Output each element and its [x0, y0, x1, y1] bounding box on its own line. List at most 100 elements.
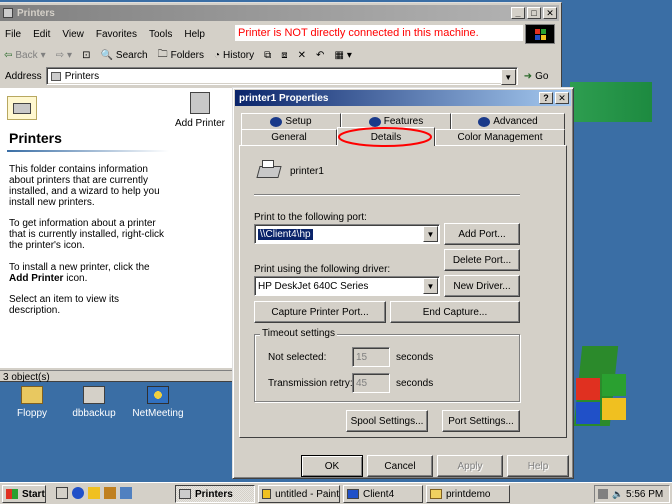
chevron-down-icon: ▾: [40, 49, 46, 61]
windows-logo-icon: [6, 489, 18, 499]
quick-launch: [56, 487, 132, 499]
maximize-button[interactable]: □: [527, 7, 541, 19]
driver-select[interactable]: HP DeskJet 640C Series ▼: [254, 276, 440, 296]
task-paint[interactable]: untitled - Paint: [258, 485, 340, 503]
dialog-title: printer1 Properties: [239, 92, 329, 104]
printer-name: printer1: [290, 166, 324, 177]
driver-dropdown-button[interactable]: ▼: [423, 278, 438, 294]
tab-general[interactable]: General: [241, 129, 337, 145]
address-label: Address: [5, 70, 42, 82]
undo-button[interactable]: ↶: [311, 45, 329, 65]
sidebar-divider: [7, 150, 169, 152]
minimize-button[interactable]: _: [511, 7, 525, 19]
port-select[interactable]: \\Client4\hp ▼: [254, 224, 440, 244]
menu-favorites[interactable]: Favorites: [90, 29, 143, 40]
not-selected-label: Not selected:: [268, 352, 327, 363]
task-printdemo[interactable]: printdemo: [426, 485, 510, 503]
sidebar-para-2: To get information about a printer that …: [9, 218, 165, 251]
tab-advanced[interactable]: Advanced: [451, 113, 565, 129]
desktop-banner: [570, 82, 652, 122]
printers-title-bar: Printers _ □ ✕: [0, 5, 559, 21]
not-selected-input[interactable]: 15: [352, 347, 390, 367]
go-button[interactable]: ➜ Go: [518, 71, 549, 82]
network-tray-icon[interactable]: [598, 489, 608, 499]
desktop-quicklaunch-icon[interactable]: [56, 487, 68, 499]
menu-file[interactable]: File: [0, 29, 27, 40]
port-label: Print to the following port:: [254, 212, 367, 223]
system-tray: 🔈 5:56 PM: [594, 485, 670, 503]
media-quicklaunch-icon[interactable]: [104, 487, 116, 499]
explorer-quicklaunch-icon[interactable]: [120, 487, 132, 499]
timeout-label: Timeout settings: [260, 328, 337, 339]
help-question-button[interactable]: ?: [539, 92, 553, 104]
search-button[interactable]: 🔍 Search: [95, 45, 152, 65]
sidebar-para-3: To install a new printer, click the Add …: [9, 262, 150, 284]
up-folder-button[interactable]: ⊡: [77, 45, 95, 65]
task-printers[interactable]: Printers: [175, 485, 255, 503]
back-arrow-icon: ⇦: [4, 49, 13, 61]
start-button[interactable]: Start: [2, 485, 46, 503]
notice-text: Printer is NOT directly connected in thi…: [235, 25, 523, 41]
tab-color-management[interactable]: Color Management: [435, 129, 565, 145]
move-to-button[interactable]: ⧉: [259, 45, 276, 65]
computer-task-icon: [347, 489, 359, 499]
transmission-retry-input[interactable]: 45: [352, 373, 390, 393]
sidebar-para-1: This folder contains information about p…: [9, 164, 160, 208]
forward-button[interactable]: ⇨ ▾: [51, 45, 77, 65]
tab-setup[interactable]: Setup: [241, 113, 341, 129]
sidebar-heading: Printers: [9, 130, 62, 146]
menu-help[interactable]: Help: [178, 29, 211, 40]
desktop-icon-dbbackup[interactable]: dbbackup: [64, 386, 124, 419]
windows-logo: [573, 340, 634, 450]
undo-icon: ↶: [316, 49, 325, 61]
capture-port-button[interactable]: Capture Printer Port...: [254, 301, 386, 323]
port-settings-button[interactable]: Port Settings...: [442, 410, 520, 432]
port-dropdown-button[interactable]: ▼: [423, 226, 438, 242]
outlook-quicklaunch-icon[interactable]: [88, 487, 100, 499]
volume-tray-icon[interactable]: 🔈: [612, 489, 623, 499]
views-button[interactable]: ▦ ▾: [329, 45, 356, 65]
chevron-down-icon: ▾: [67, 49, 73, 61]
dialog-title-bar: printer1 Properties ? ✕: [235, 90, 571, 106]
delete-button[interactable]: ✕: [293, 45, 311, 65]
history-button[interactable]: ◔ History: [209, 45, 259, 65]
menu-tools[interactable]: Tools: [143, 29, 178, 40]
end-capture-button[interactable]: End Capture...: [390, 301, 520, 323]
views-icon: ▦: [334, 49, 344, 61]
history-icon: ◔: [213, 49, 221, 61]
add-printer-item[interactable]: Add Printer: [171, 92, 229, 129]
folder-task-icon: [430, 489, 442, 499]
status-bar: 3 object(s): [0, 370, 239, 384]
ie-quicklaunch-icon[interactable]: [72, 487, 84, 499]
printer-folder-icon: [50, 71, 61, 81]
back-button[interactable]: ⇦ Back ▾: [0, 45, 51, 65]
desktop-icon-floppy[interactable]: Floppy: [2, 386, 62, 419]
ok-button[interactable]: OK: [301, 455, 363, 477]
window-title: Printers: [17, 7, 55, 19]
folders-button[interactable]: 🗀 Folders: [153, 45, 209, 65]
paint-task-icon: [262, 489, 272, 499]
transmission-retry-label: Transmission retry:: [268, 378, 353, 389]
close-button[interactable]: ✕: [543, 7, 557, 19]
address-bar: Address Printers ▼ ➜ Go: [0, 66, 557, 86]
copy-to-button[interactable]: ⧈: [276, 45, 292, 65]
menu-view[interactable]: View: [56, 29, 90, 40]
help-button[interactable]: Help: [507, 455, 569, 477]
up-folder-icon: ⊡: [82, 49, 91, 61]
cancel-button[interactable]: Cancel: [367, 455, 433, 477]
copy-to-icon: ⧈: [281, 49, 288, 61]
add-port-button[interactable]: Add Port...: [444, 223, 520, 245]
address-input[interactable]: Printers ▼: [45, 67, 518, 85]
dialog-close-button[interactable]: ✕: [555, 92, 569, 104]
address-dropdown-button[interactable]: ▼: [500, 69, 516, 85]
folder-content: Printers This folder contains informatio…: [0, 88, 239, 368]
apply-button[interactable]: Apply: [437, 455, 503, 477]
menu-edit[interactable]: Edit: [27, 29, 56, 40]
desktop-icon-netmeeting[interactable]: NetMeeting: [128, 386, 188, 419]
delete-port-button[interactable]: Delete Port...: [444, 249, 520, 271]
go-arrow-icon: ➜: [523, 70, 533, 82]
netmeeting-icon: [147, 386, 169, 404]
new-driver-button[interactable]: New Driver...: [444, 275, 520, 297]
task-client4[interactable]: Client4: [343, 485, 423, 503]
spool-settings-button[interactable]: Spool Settings...: [346, 410, 428, 432]
